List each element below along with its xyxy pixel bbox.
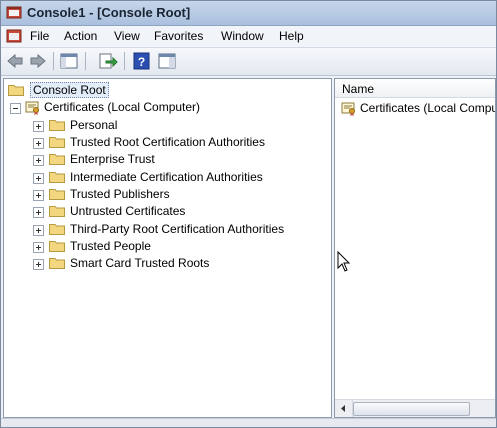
list-item[interactable]: Certificates (Local Computer) [341,100,495,117]
certificates-snapin-icon [341,102,355,116]
back-arrow-icon[interactable] [5,52,25,70]
expand-toggle[interactable] [33,155,44,166]
forward-arrow-icon[interactable] [28,52,48,70]
status-bar [1,418,496,427]
tree-label-trusted-root-ca[interactable]: Trusted Root Certification Authorities [70,135,265,149]
expand-toggle[interactable] [33,207,44,218]
mouse-cursor-icon [337,251,351,272]
tree-label-smart-card-trusted-roots[interactable]: Smart Card Trusted Roots [70,256,209,270]
tree-node-trusted-root-ca[interactable]: Trusted Root Certification Authorities [33,134,323,151]
scroll-left-arrow-icon [341,405,345,412]
toolbar-separator [124,52,125,70]
result-pane[interactable]: Name Certificates (Local Computer) [334,78,496,418]
horizontal-scrollbar[interactable] [335,399,495,417]
folder-icon [49,154,65,165]
svg-text:?: ? [138,55,145,69]
expand-toggle[interactable] [33,138,44,149]
toolbar: ? [1,48,496,76]
folder-icon [8,85,24,96]
expand-toggle[interactable] [33,173,44,184]
certificates-snapin-icon [25,101,39,115]
column-header-label: Name [342,82,375,96]
help-icon[interactable]: ? [132,52,152,70]
menu-bar: File Action View Favorites Window Help [1,26,496,48]
tree-node-trusted-people[interactable]: Trusted People [33,238,323,255]
tree-label-intermediate-ca[interactable]: Intermediate Certification Authorities [70,170,263,184]
folder-icon [49,206,65,217]
folder-icon [49,258,65,269]
folder-icon [49,172,65,183]
tree-label-trusted-people[interactable]: Trusted People [70,239,151,253]
tree-label-personal[interactable]: Personal [70,118,117,132]
show-hide-console-tree-icon[interactable] [59,52,79,70]
window-title: Console1 - [Console Root] [27,5,191,20]
menu-window[interactable]: Window [221,29,264,43]
toolbar-separator [53,52,54,70]
tree-node-personal[interactable]: Personal [33,117,323,134]
collapse-toggle[interactable] [10,103,21,114]
menu-file[interactable]: File [30,29,49,43]
export-list-icon[interactable] [98,52,118,70]
expand-toggle[interactable] [33,190,44,201]
toolbar-separator [85,52,86,70]
tree-node-certificates-local-computer[interactable]: Certificates (Local Computer) [10,99,260,116]
tree-node-smart-card-trusted-roots[interactable]: Smart Card Trusted Roots [33,255,323,272]
tree-node-trusted-publishers[interactable]: Trusted Publishers [33,186,323,203]
expand-toggle[interactable] [33,242,44,253]
tree-label-certificates-local-computer[interactable]: Certificates (Local Computer) [44,100,200,114]
column-header-name[interactable]: Name [335,79,495,98]
scroll-thumb[interactable] [353,402,470,416]
folder-icon [49,137,65,148]
menu-action[interactable]: Action [64,29,97,43]
tree-node-enterprise-trust[interactable]: Enterprise Trust [33,151,323,168]
tree-node-console-root[interactable]: Console Root [8,82,128,99]
menu-favorites[interactable]: Favorites [154,29,203,43]
expand-toggle[interactable] [33,121,44,132]
tree-node-third-party-root-ca[interactable]: Third-Party Root Certification Authoriti… [33,221,323,238]
mmc-window: Console1 - [Console Root] File Action Vi… [0,0,497,428]
show-hide-action-pane-icon[interactable] [157,52,177,70]
console-tree[interactable]: Console Root Certificates (Local Compute… [3,78,332,418]
expand-toggle[interactable] [33,259,44,270]
folder-icon [49,241,65,252]
folder-icon [49,120,65,131]
menu-help[interactable]: Help [279,29,304,43]
console-menu-icon[interactable] [6,29,22,43]
menu-view[interactable]: View [114,29,140,43]
tree-label-console-root[interactable]: Console Root [30,82,109,98]
tree-label-untrusted-certificates[interactable]: Untrusted Certificates [70,204,185,218]
tree-label-trusted-publishers[interactable]: Trusted Publishers [70,187,170,201]
tree-label-enterprise-trust[interactable]: Enterprise Trust [70,152,155,166]
folder-icon [49,189,65,200]
list-item-label[interactable]: Certificates (Local Computer) [360,101,495,115]
expand-toggle[interactable] [33,225,44,236]
tree-node-intermediate-ca[interactable]: Intermediate Certification Authorities [33,169,323,186]
title-bar[interactable]: Console1 - [Console Root] [1,1,496,26]
tree-label-third-party-root-ca[interactable]: Third-Party Root Certification Authoriti… [70,222,284,236]
scroll-left-button[interactable] [335,400,353,417]
mmc-app-icon [6,6,22,19]
folder-icon [49,224,65,235]
tree-node-untrusted-certificates[interactable]: Untrusted Certificates [33,203,323,220]
